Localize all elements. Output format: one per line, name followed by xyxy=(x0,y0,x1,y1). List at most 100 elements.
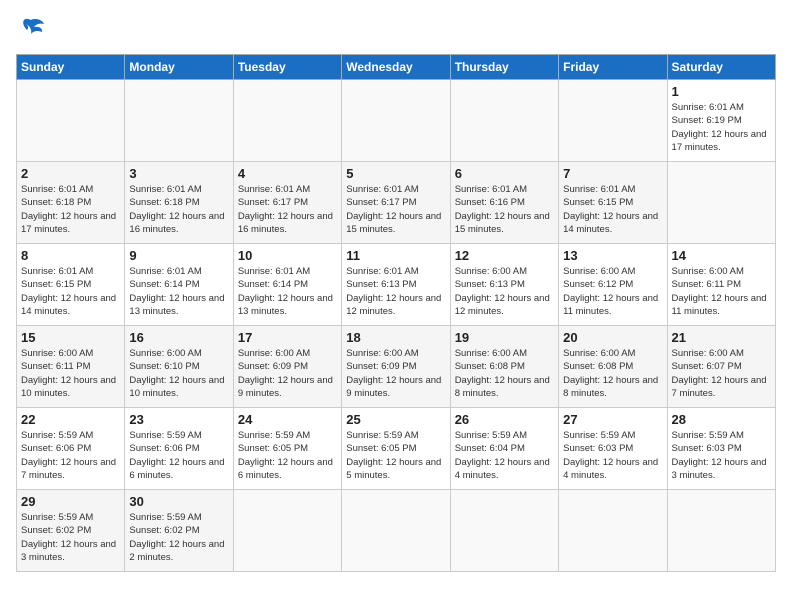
day-number: 2 xyxy=(21,166,120,181)
calendar-cell xyxy=(450,490,558,572)
calendar-cell: 9 Sunrise: 6:01 AMSunset: 6:14 PMDaylight… xyxy=(125,244,233,326)
day-info: Sunrise: 5:59 AMSunset: 6:04 PMDaylight:… xyxy=(455,429,554,482)
day-info: Sunrise: 6:01 AMSunset: 6:18 PMDaylight:… xyxy=(129,183,228,236)
calendar-cell: 18 Sunrise: 6:00 AMSunset: 6:09 PMDayligh… xyxy=(342,326,450,408)
day-number: 19 xyxy=(455,330,554,345)
calendar-week-row: 1Sunrise: 6:01 AMSunset: 6:19 PMDaylight… xyxy=(17,80,776,162)
day-info: Sunrise: 6:01 AMSunset: 6:16 PMDaylight:… xyxy=(455,183,554,236)
day-number: 11 xyxy=(346,248,445,263)
logo-icon xyxy=(16,16,46,44)
calendar-cell: 8 Sunrise: 6:01 AMSunset: 6:15 PMDaylight… xyxy=(17,244,125,326)
calendar-cell: 22 Sunrise: 5:59 AMSunset: 6:06 PMDayligh… xyxy=(17,408,125,490)
day-info: Sunrise: 5:59 AMSunset: 6:05 PMDaylight:… xyxy=(238,429,337,482)
day-number: 3 xyxy=(129,166,228,181)
day-number: 30 xyxy=(129,494,228,509)
calendar-cell xyxy=(559,490,667,572)
day-number: 28 xyxy=(672,412,771,427)
calendar-day-header: Sunday xyxy=(17,55,125,80)
calendar-cell: 10 Sunrise: 6:01 AMSunset: 6:14 PMDayligh… xyxy=(233,244,341,326)
day-info: Sunrise: 6:00 AMSunset: 6:09 PMDaylight:… xyxy=(238,347,337,400)
day-number: 5 xyxy=(346,166,445,181)
calendar-cell: 2 Sunrise: 6:01 AMSunset: 6:18 PMDaylight… xyxy=(17,162,125,244)
calendar-week-row: 2 Sunrise: 6:01 AMSunset: 6:18 PMDaylight… xyxy=(17,162,776,244)
day-info: Sunrise: 6:01 AMSunset: 6:13 PMDaylight:… xyxy=(346,265,445,318)
calendar-cell: 20 Sunrise: 6:00 AMSunset: 6:08 PMDayligh… xyxy=(559,326,667,408)
day-info: Sunrise: 6:01 AMSunset: 6:17 PMDaylight:… xyxy=(346,183,445,236)
day-info: Sunrise: 6:00 AMSunset: 6:08 PMDaylight:… xyxy=(563,347,662,400)
calendar-cell: 29 Sunrise: 5:59 AMSunset: 6:02 PMDayligh… xyxy=(17,490,125,572)
day-number: 9 xyxy=(129,248,228,263)
calendar-table: SundayMondayTuesdayWednesdayThursdayFrid… xyxy=(16,54,776,572)
calendar-cell: 15 Sunrise: 6:00 AMSunset: 6:11 PMDayligh… xyxy=(17,326,125,408)
calendar-cell xyxy=(342,490,450,572)
day-info: Sunrise: 5:59 AMSunset: 6:03 PMDaylight:… xyxy=(563,429,662,482)
calendar-cell: 19Sunrise: 6:00 AMSunset: 6:08 PMDayligh… xyxy=(450,326,558,408)
calendar-cell: 1Sunrise: 6:01 AMSunset: 6:19 PMDaylight… xyxy=(667,80,775,162)
day-info: Sunrise: 5:59 AMSunset: 6:03 PMDaylight:… xyxy=(672,429,771,482)
day-number: 27 xyxy=(563,412,662,427)
day-number: 20 xyxy=(563,330,662,345)
calendar-cell xyxy=(233,80,341,162)
day-info: Sunrise: 6:01 AMSunset: 6:18 PMDaylight:… xyxy=(21,183,120,236)
calendar-cell: 16Sunrise: 6:00 AMSunset: 6:10 PMDayligh… xyxy=(125,326,233,408)
day-info: Sunrise: 5:59 AMSunset: 6:06 PMDaylight:… xyxy=(129,429,228,482)
day-info: Sunrise: 6:01 AMSunset: 6:14 PMDaylight:… xyxy=(238,265,337,318)
day-number: 16 xyxy=(129,330,228,345)
calendar-day-header: Friday xyxy=(559,55,667,80)
calendar-cell xyxy=(125,80,233,162)
calendar-week-row: 15 Sunrise: 6:00 AMSunset: 6:11 PMDayligh… xyxy=(17,326,776,408)
day-info: Sunrise: 5:59 AMSunset: 6:06 PMDaylight:… xyxy=(21,429,120,482)
calendar-day-header: Saturday xyxy=(667,55,775,80)
day-number: 15 xyxy=(21,330,120,345)
calendar-week-row: 8 Sunrise: 6:01 AMSunset: 6:15 PMDaylight… xyxy=(17,244,776,326)
day-number: 25 xyxy=(346,412,445,427)
calendar-cell: 23Sunrise: 5:59 AMSunset: 6:06 PMDayligh… xyxy=(125,408,233,490)
calendar-cell: 6 Sunrise: 6:01 AMSunset: 6:16 PMDaylight… xyxy=(450,162,558,244)
page-header xyxy=(16,16,776,44)
day-number: 13 xyxy=(563,248,662,263)
day-number: 12 xyxy=(455,248,554,263)
day-number: 4 xyxy=(238,166,337,181)
logo xyxy=(16,16,50,44)
day-number: 29 xyxy=(21,494,120,509)
day-number: 10 xyxy=(238,248,337,263)
day-number: 18 xyxy=(346,330,445,345)
calendar-week-row: 29 Sunrise: 5:59 AMSunset: 6:02 PMDayligh… xyxy=(17,490,776,572)
calendar-day-header: Wednesday xyxy=(342,55,450,80)
calendar-cell: 13Sunrise: 6:00 AMSunset: 6:12 PMDayligh… xyxy=(559,244,667,326)
day-info: Sunrise: 6:00 AMSunset: 6:11 PMDaylight:… xyxy=(21,347,120,400)
day-info: Sunrise: 6:01 AMSunset: 6:14 PMDaylight:… xyxy=(129,265,228,318)
day-info: Sunrise: 6:00 AMSunset: 6:07 PMDaylight:… xyxy=(672,347,771,400)
calendar-cell xyxy=(450,80,558,162)
day-number: 7 xyxy=(563,166,662,181)
calendar-cell xyxy=(559,80,667,162)
calendar-cell xyxy=(667,162,775,244)
day-info: Sunrise: 5:59 AMSunset: 6:05 PMDaylight:… xyxy=(346,429,445,482)
calendar-cell: 14 Sunrise: 6:00 AMSunset: 6:11 PMDayligh… xyxy=(667,244,775,326)
calendar-day-header: Tuesday xyxy=(233,55,341,80)
calendar-cell xyxy=(233,490,341,572)
day-number: 17 xyxy=(238,330,337,345)
day-number: 6 xyxy=(455,166,554,181)
calendar-header-row: SundayMondayTuesdayWednesdayThursdayFrid… xyxy=(17,55,776,80)
calendar-cell xyxy=(667,490,775,572)
calendar-cell: 3 Sunrise: 6:01 AMSunset: 6:18 PMDaylight… xyxy=(125,162,233,244)
calendar-cell: 7Sunrise: 6:01 AMSunset: 6:15 PMDaylight… xyxy=(559,162,667,244)
calendar-cell: 27 Sunrise: 5:59 AMSunset: 6:03 PMDayligh… xyxy=(559,408,667,490)
calendar-cell: 4Sunrise: 6:01 AMSunset: 6:17 PMDaylight… xyxy=(233,162,341,244)
calendar-cell xyxy=(17,80,125,162)
day-number: 24 xyxy=(238,412,337,427)
calendar-cell: 25 Sunrise: 5:59 AMSunset: 6:05 PMDayligh… xyxy=(342,408,450,490)
day-number: 8 xyxy=(21,248,120,263)
calendar-cell: 24 Sunrise: 5:59 AMSunset: 6:05 PMDayligh… xyxy=(233,408,341,490)
day-number: 26 xyxy=(455,412,554,427)
day-info: Sunrise: 6:00 AMSunset: 6:11 PMDaylight:… xyxy=(672,265,771,318)
day-info: Sunrise: 6:01 AMSunset: 6:15 PMDaylight:… xyxy=(21,265,120,318)
day-number: 14 xyxy=(672,248,771,263)
day-number: 22 xyxy=(21,412,120,427)
day-info: Sunrise: 6:01 AMSunset: 6:19 PMDaylight:… xyxy=(672,101,771,154)
day-info: Sunrise: 5:59 AMSunset: 6:02 PMDaylight:… xyxy=(21,511,120,564)
calendar-cell: 30Sunrise: 5:59 AMSunset: 6:02 PMDayligh… xyxy=(125,490,233,572)
day-info: Sunrise: 6:00 AMSunset: 6:09 PMDaylight:… xyxy=(346,347,445,400)
day-info: Sunrise: 6:00 AMSunset: 6:13 PMDaylight:… xyxy=(455,265,554,318)
